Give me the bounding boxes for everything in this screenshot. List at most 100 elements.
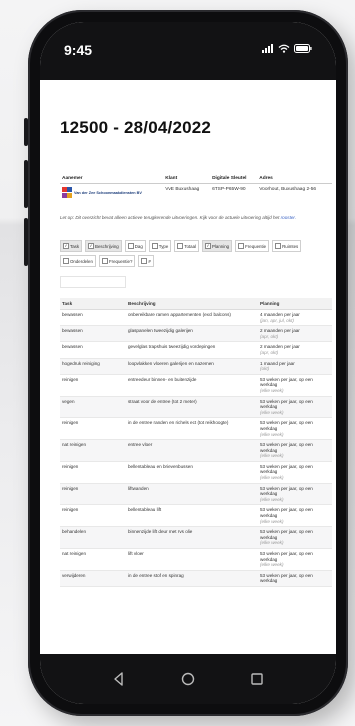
description-cell-text: entree vloer [128,442,153,448]
description-cell-text: bellentableau en brievenbussen [128,463,193,469]
planning-cell-text: 53 weken per jaar, op een werkdag [260,420,313,431]
description-cell: bellentableau en brievenbussen [126,461,258,484]
home-icon[interactable] [181,672,195,686]
task-cell-text: reinigen [62,420,79,426]
description-cell-text: in de entree randen en richels ect (tot … [128,420,229,426]
checkbox-task[interactable]: ✓ [63,243,69,249]
toggle-frequentie-2[interactable]: Frequentie? [98,255,136,267]
toggle-number[interactable]: # [138,255,154,267]
planning-cell: 53 weken per jaar, op een werkdag (elke w… [258,526,332,549]
task-cell-text: behandelen [62,529,87,535]
planning-cell-text: 2 maanden per jaar [260,344,300,350]
toggle-planning[interactable]: ✓ Planning [202,240,233,252]
task-cell-text: vegen [62,398,75,404]
info-header-adres: Adres [257,174,332,184]
description-cell: straat voor de entree (tot 2 meter) [126,396,258,419]
planning-cell: 53 weken per jaar, op een werkdag (elke w… [258,374,332,397]
phone-frame: 9:45 12500 - 28/04/2022 Aanemer Klant Di… [28,10,348,716]
planning-cell: 2 maanden per jaar (apr, okt) [258,325,332,343]
checkbox-beschrijving[interactable]: ✓ [88,243,95,249]
page-content[interactable]: 12500 - 28/04/2022 Aanemer Klant Digital… [40,80,336,654]
checkbox-ruimtes[interactable] [275,243,282,249]
description-cell-text: bellentableau lift [128,507,162,513]
planning-note: (elke week) [260,387,284,393]
toggle-totaal[interactable]: Totaal [174,240,200,252]
phone-screen: 9:45 12500 - 28/04/2022 Aanemer Klant Di… [40,22,336,704]
task-cell: reinigen [60,417,126,441]
toggle-type[interactable]: Type [148,240,172,252]
description-cell-text: liftwanden [128,485,149,491]
toggle-onderdelen[interactable]: Onderdelen [60,255,96,267]
company-logo: Van der Zee Schoonmaakdiensten BV [62,187,161,199]
contract-info-table: Aanemer Klant Digitale Sleutel Adres Van… [60,174,332,202]
task-cell-text: hogedruk reiniging [62,360,100,366]
signal-icon [262,44,273,53]
checkbox-totaal[interactable] [177,243,184,249]
column-toggles: ✓ Task ✓ Beschrijving Dag Type Totaal ✓ Pla… [60,240,332,267]
column-header-planning[interactable]: Planning [258,298,332,310]
company-name: Van der Zee Schoonmaakdiensten BV [74,190,142,195]
table-row: bewassen gevelglas trapshuis tweezijdig v… [60,341,332,359]
description-cell-text: straat voor de entree (tot 2 meter) [128,398,197,404]
task-cell: reinigen [60,461,126,484]
toggle-ruimtes-label: Ruimtes [282,243,299,249]
description-cell: entree vloer [126,439,258,462]
toggle-task[interactable]: ✓ Task [60,240,83,252]
task-cell-text: nat reinigen [62,442,87,448]
back-icon[interactable] [112,672,126,686]
task-cell-text: bewassen [62,328,83,334]
checkbox-number[interactable] [141,258,148,264]
table-row: bewassen onbereikbare ramen appartementen… [60,309,332,327]
navigation-bar [40,654,336,704]
description-cell-text: binnenzijde lift deur met rvs olie [128,529,193,535]
planning-note: (okt) [260,366,270,372]
checkbox-type[interactable] [151,243,158,249]
planning-cell: 2 maanden per jaar (apr, okt) [258,341,332,359]
recent-apps-icon[interactable] [250,672,264,686]
toggle-dag[interactable]: Dag [124,240,146,252]
toggle-planning-label: Planning [212,243,230,249]
planning-cell-text: 4 maanden per jaar [260,312,300,317]
description-cell-text: glaspanelen tweezijdig galerijen [128,328,193,334]
toggle-number-label: # [148,258,151,264]
info-header-klant: Klant [163,174,211,184]
planning-note: (elke week) [260,409,284,415]
checkbox-frequentie-2[interactable] [101,258,108,264]
toggle-task-label: Task [70,243,80,249]
toggle-beschrijving-label: Beschrijving [95,243,119,249]
task-cell: reinigen [60,483,126,506]
planning-cell: 53 weken per jaar, op een werkdag (elke w… [258,483,332,506]
task-cell-text: reinigen [62,376,79,382]
toggle-ruimtes[interactable]: Ruimtes [272,240,302,252]
checkbox-frequentie[interactable] [238,243,245,249]
description-cell: in de entree stof en spinrag [126,570,258,587]
planning-cell-text: 53 weken per jaar, op een werkdag [260,529,313,540]
table-row: vegen straat voor de entree (tot 2 meter)… [60,396,332,419]
task-cell-text: nat reinigen [62,551,87,556]
planning-cell: 53 weken per jaar, op een werkdag (elke w… [258,504,332,528]
planning-cell: 53 weken per jaar, op een werkdag [258,570,332,587]
task-cell: bewassen [60,309,126,327]
checkbox-dag[interactable] [127,243,134,249]
table-filter-input[interactable] [60,276,126,288]
info-header-sleutel: Digitale Sleutel [210,174,258,184]
planning-note: (elke week) [260,475,284,481]
planning-cell-text: 53 weken per jaar, op een werkdag [260,398,313,410]
task-cell: bewassen [60,325,126,343]
planning-cell: 53 weken per jaar, op een werkdag (elke w… [258,396,332,419]
planning-cell: 53 weken per jaar, op een werkdag (elke w… [258,548,332,571]
planning-cell-text: 53 weken per jaar, op een werkdag [260,551,313,562]
toggle-frequentie[interactable]: Frequentie [235,240,270,252]
wifi-icon [278,44,290,53]
task-cell: nat reinigen [60,439,126,462]
task-cell-text: reinigen [62,485,79,491]
column-header-task[interactable]: Task [60,298,126,310]
column-header-beschrijving[interactable]: Beschrijving [126,298,258,310]
schedule-link[interactable]: rooster. [281,215,296,220]
planning-note: (apr, okt) [260,333,279,339]
checkbox-planning[interactable]: ✓ [205,243,212,249]
task-cell: reinigen [60,504,126,528]
toggle-beschrijving[interactable]: ✓ Beschrijving [85,240,122,252]
checkbox-onderdelen[interactable] [63,258,69,264]
table-row: behandelen binnenzijde lift deur met rvs … [60,526,332,549]
